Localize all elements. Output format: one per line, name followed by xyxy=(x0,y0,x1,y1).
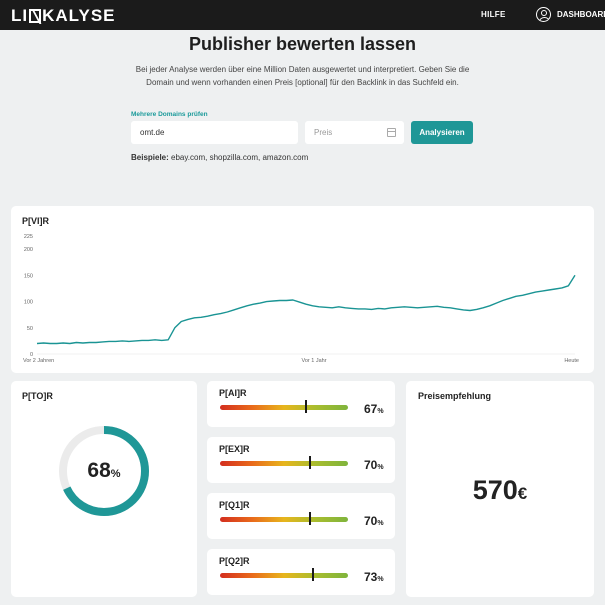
q2-score-value: 73% xyxy=(364,570,384,584)
q2-score-card: P[Q2]R 73% xyxy=(207,549,395,595)
ai-score-title: P[AI]R xyxy=(219,388,247,398)
logo-text-left: LI xyxy=(11,6,29,25)
score-gradient-bar xyxy=(220,573,348,578)
q2-score-title: P[Q2]R xyxy=(219,556,250,566)
y-tick-label: 150 xyxy=(24,273,33,279)
user-icon xyxy=(536,7,551,22)
q1-score-value: 70% xyxy=(364,514,384,528)
examples-line: Beispiele: ebay.com, shopzilla.com, amaz… xyxy=(131,153,308,162)
y-tick-label: 225 xyxy=(24,234,33,240)
q1-score-title: P[Q1]R xyxy=(219,500,250,510)
series-line xyxy=(36,274,576,345)
page-description: Bei jeder Analyse werden über eine Milli… xyxy=(135,65,470,87)
x-tick-label: Heute xyxy=(564,358,579,364)
ai-score-card: P[AI]R 67% xyxy=(207,381,395,427)
to-score-title: P[TO]R xyxy=(22,391,53,401)
price-input[interactable]: Preis xyxy=(305,121,404,144)
price-recommendation-card: Preisempfehlung 570€ xyxy=(406,381,594,597)
price-recommendation-title: Preisempfehlung xyxy=(418,391,492,401)
score-marker xyxy=(308,512,311,525)
domain-input[interactable] xyxy=(131,121,298,144)
to-score-card: P[TO]R 68% xyxy=(11,381,197,597)
line-chart: 050100150200225Vor 2 Jahren Vor 1 Jahr Heu… xyxy=(23,234,579,364)
ex-score-card: P[EX]R 70% xyxy=(207,437,395,483)
score-marker xyxy=(308,456,311,469)
ex-score-value: 70% xyxy=(364,458,384,472)
price-stepper-icon[interactable] xyxy=(387,128,396,137)
logo[interactable]: LI KALYSE xyxy=(11,6,116,26)
score-gradient-bar xyxy=(220,517,348,522)
ai-score-value: 67% xyxy=(364,402,384,416)
score-marker xyxy=(304,400,307,413)
visibility-chart-card: P[VI]R 0 50 100 150 200 225 Vor 2 Jahren Vor 1 … xyxy=(11,206,594,373)
logo-n-mark xyxy=(29,9,42,23)
examples-label: Beispiele: xyxy=(131,153,169,162)
ex-score-title: P[EX]R xyxy=(219,444,250,454)
to-score-value: 68% xyxy=(87,459,121,482)
domains-field-label[interactable]: Mehrere Domains prüfen xyxy=(131,111,208,118)
score-gradient-bar xyxy=(220,461,348,466)
y-tick-label: 200 xyxy=(24,247,33,253)
nav-dashboard-label: DASHBOARD xyxy=(557,10,605,19)
y-tick-label: 50 xyxy=(27,326,33,332)
q1-score-card: P[Q1]R 70% xyxy=(207,493,395,539)
score-gradient-bar xyxy=(220,405,348,410)
analyse-button[interactable]: Analysieren xyxy=(411,121,473,144)
price-placeholder: Preis xyxy=(314,128,333,137)
score-marker xyxy=(312,568,315,581)
to-score-ring: 68% xyxy=(58,425,150,517)
x-tick-label: Vor 2 Jahren xyxy=(23,358,54,364)
logo-text-right: KALYSE xyxy=(42,6,116,25)
nav-help-link[interactable]: HILFE xyxy=(481,10,506,19)
page-title: Publisher bewerten lassen xyxy=(188,34,417,54)
top-bar: LI KALYSE HILFE DASHBOARD xyxy=(0,0,605,30)
price-recommendation-value: 570€ xyxy=(472,475,528,505)
examples-links[interactable]: ebay.com, shopzilla.com, amazon.com xyxy=(171,153,308,162)
x-tick-label: Vor 1 Jahr xyxy=(301,358,326,364)
y-tick-label: 100 xyxy=(24,300,33,306)
nav-dashboard-link[interactable]: DASHBOARD xyxy=(536,7,605,22)
